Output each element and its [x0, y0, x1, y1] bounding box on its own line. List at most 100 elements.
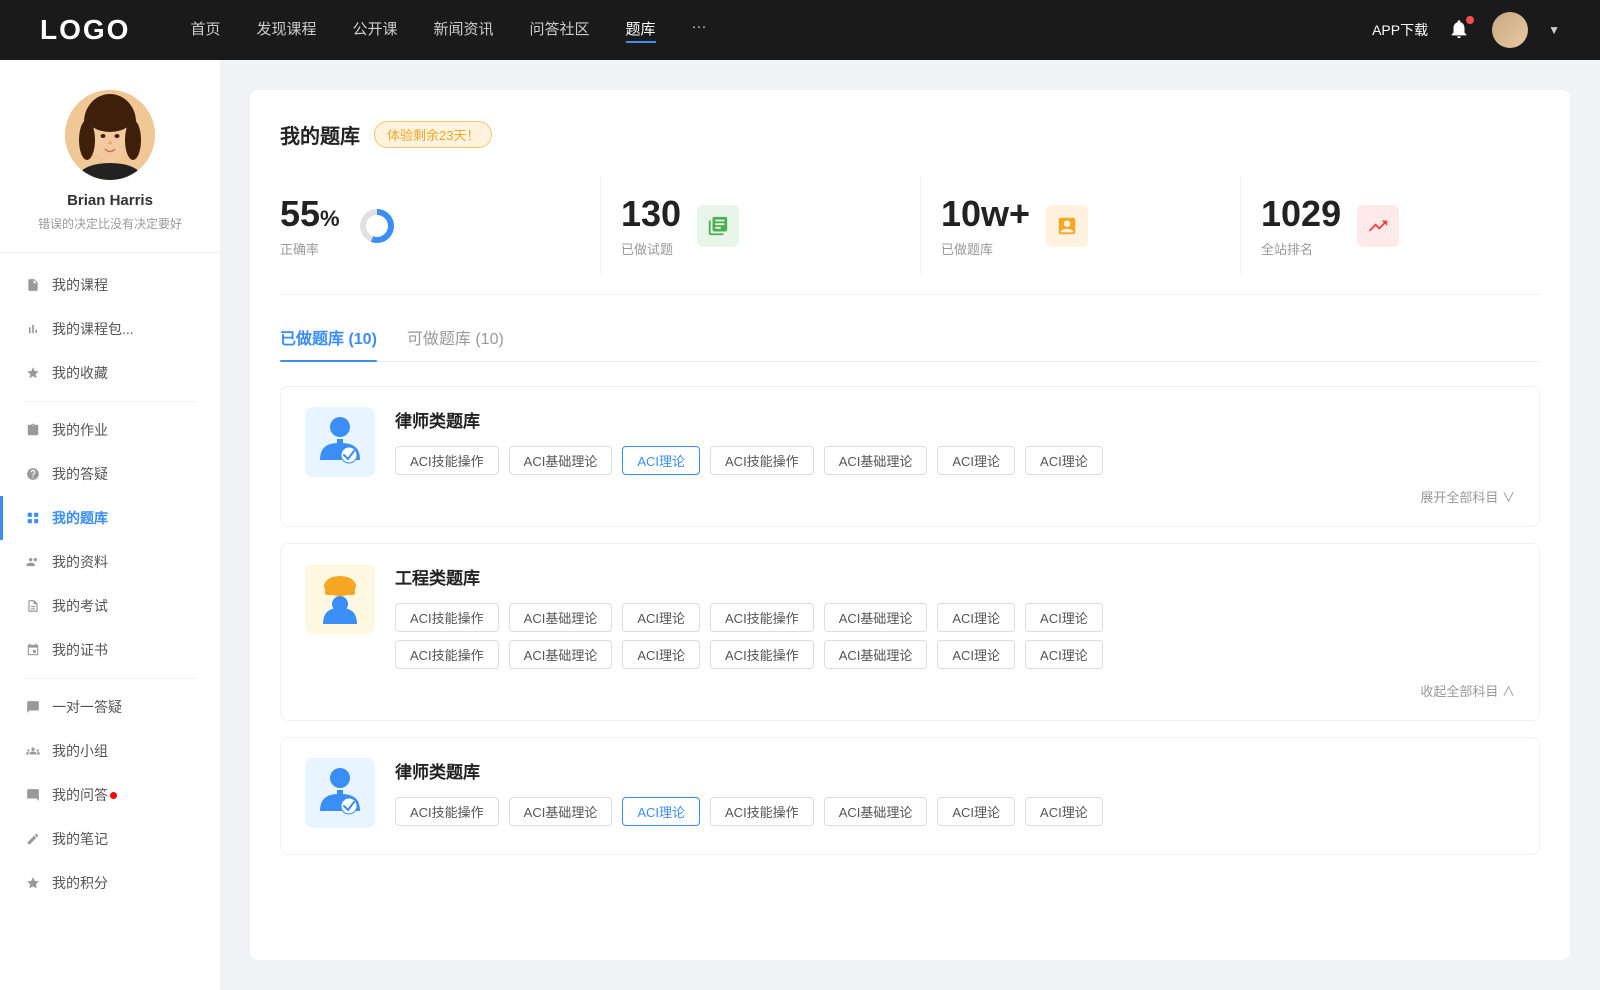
- nav-opencourse[interactable]: 公开课: [352, 18, 397, 43]
- tag-l2-2[interactable]: ACI理论: [622, 797, 700, 826]
- navbar-right: APP下载 ▼: [1372, 12, 1560, 48]
- user-dropdown-arrow-icon[interactable]: ▼: [1548, 23, 1560, 37]
- sidebar-label-my-course: 我的课程: [52, 275, 108, 295]
- bank-card-lawyer1-tags: ACI技能操作 ACI基础理论 ACI理论 ACI技能操作 ACI基础理论 AC…: [395, 446, 1515, 475]
- sidebar-item-my-exam[interactable]: 我的考试: [0, 584, 220, 628]
- question-badge-dot: [110, 792, 117, 799]
- logo: LOGO: [40, 14, 130, 46]
- nav-more[interactable]: ···: [692, 18, 707, 43]
- tag-e1-r2-4[interactable]: ACI基础理论: [824, 640, 928, 669]
- stat-value-questions: 130 已做试题: [621, 193, 681, 258]
- nav-news[interactable]: 新闻资讯: [434, 18, 494, 43]
- sidebar-label-my-course-package: 我的课程包...: [52, 319, 134, 339]
- bank-card-lawyer1-name: 律师类题库: [395, 407, 1515, 432]
- stat-value-rank: 1029 全站排名: [1261, 193, 1341, 258]
- tag-l1-2[interactable]: ACI理论: [622, 446, 700, 475]
- bank-card-lawyer1-content: 律师类题库 ACI技能操作 ACI基础理论 ACI理论 ACI技能操作 ACI基…: [395, 407, 1515, 506]
- medal-icon: [24, 874, 42, 892]
- question-icon: [24, 786, 42, 804]
- nav-quiz[interactable]: 题库: [626, 18, 656, 43]
- bank-card-engineer1-tags-row2: ACI技能操作 ACI基础理论 ACI理论 ACI技能操作 ACI基础理论 AC…: [395, 640, 1515, 669]
- stat-card-accuracy: 55% 正确率: [280, 177, 580, 274]
- sidebar-item-my-course[interactable]: 我的课程: [0, 263, 220, 307]
- tag-l1-3[interactable]: ACI技能操作: [710, 446, 814, 475]
- tag-e1-r1-2[interactable]: ACI理论: [622, 603, 700, 632]
- tag-e1-r1-6[interactable]: ACI理论: [1025, 603, 1103, 632]
- tag-l1-5[interactable]: ACI理论: [937, 446, 1015, 475]
- chart-bar-icon: [24, 320, 42, 338]
- tag-l1-6[interactable]: ACI理论: [1025, 446, 1103, 475]
- tag-e1-r2-0[interactable]: ACI技能操作: [395, 640, 499, 669]
- bank-card-lawyer1: 律师类题库 ACI技能操作 ACI基础理论 ACI理论 ACI技能操作 ACI基…: [280, 386, 1540, 527]
- document-icon: [24, 597, 42, 615]
- collapse-engineer1[interactable]: 收起全部科目 ∧: [395, 677, 1515, 700]
- bank-card-engineer1-content: 工程类题库 ACI技能操作 ACI基础理论 ACI理论 ACI技能操作 ACI基…: [395, 564, 1515, 700]
- bank-card-engineer1-name: 工程类题库: [395, 564, 1515, 589]
- sidebar-label-my-profile: 我的资料: [52, 552, 108, 572]
- nav-qa[interactable]: 问答社区: [530, 18, 590, 43]
- sidebar-label-my-notes: 我的笔记: [52, 829, 108, 849]
- sidebar-item-my-certificate[interactable]: 我的证书: [0, 628, 220, 672]
- bank-card-engineer1-tags-row1: ACI技能操作 ACI基础理论 ACI理论 ACI技能操作 ACI基础理论 AC…: [395, 603, 1515, 632]
- tag-l1-1[interactable]: ACI基础理论: [509, 446, 613, 475]
- expand-lawyer1[interactable]: 展开全部科目 ∨: [395, 483, 1515, 506]
- tag-e1-r2-3[interactable]: ACI技能操作: [710, 640, 814, 669]
- sidebar-divider-1: [24, 401, 196, 402]
- sidebar-label-one-on-one: 一对一答疑: [52, 697, 122, 717]
- tag-l2-5[interactable]: ACI理论: [937, 797, 1015, 826]
- tag-l2-0[interactable]: ACI技能操作: [395, 797, 499, 826]
- notification-bell-icon[interactable]: [1448, 18, 1472, 42]
- lawyer-icon: [305, 407, 375, 477]
- tag-e1-r2-6[interactable]: ACI理论: [1025, 640, 1103, 669]
- sidebar-item-my-points[interactable]: 我的积分: [0, 861, 220, 905]
- bank-card-lawyer2-tags: ACI技能操作 ACI基础理论 ACI理论 ACI技能操作 ACI基础理论 AC…: [395, 797, 1515, 826]
- sidebar-item-my-favorites[interactable]: 我的收藏: [0, 351, 220, 395]
- sidebar-label-my-points: 我的积分: [52, 873, 108, 893]
- chat-icon: [24, 698, 42, 716]
- bank-card-lawyer2-name: 律师类题库: [395, 758, 1515, 783]
- sidebar-item-my-group[interactable]: 我的小组: [0, 729, 220, 773]
- tag-l2-4[interactable]: ACI基础理论: [824, 797, 928, 826]
- tag-l2-3[interactable]: ACI技能操作: [710, 797, 814, 826]
- user-avatar[interactable]: [1492, 12, 1528, 48]
- tag-l1-0[interactable]: ACI技能操作: [395, 446, 499, 475]
- tag-e1-r2-2[interactable]: ACI理论: [622, 640, 700, 669]
- stat-card-banks: 10w+ 已做题库: [920, 177, 1220, 274]
- tag-l2-6[interactable]: ACI理论: [1025, 797, 1103, 826]
- stat-card-rank: 1029 全站排名: [1240, 177, 1540, 274]
- stat-label-rank: 全站排名: [1261, 239, 1341, 258]
- tag-e1-r1-4[interactable]: ACI基础理论: [824, 603, 928, 632]
- tab-done-banks[interactable]: 已做题库 (10): [280, 325, 377, 361]
- tag-e1-r1-1[interactable]: ACI基础理论: [509, 603, 613, 632]
- tab-available-banks[interactable]: 可做题库 (10): [407, 325, 504, 361]
- tag-e1-r1-5[interactable]: ACI理论: [937, 603, 1015, 632]
- sidebar-item-my-course-package[interactable]: 我的课程包...: [0, 307, 220, 351]
- certificate-icon: [24, 641, 42, 659]
- nav-home[interactable]: 首页: [190, 18, 220, 43]
- profile-name: Brian Harris: [20, 192, 200, 209]
- tag-e1-r2-1[interactable]: ACI基础理论: [509, 640, 613, 669]
- bank-card-lawyer2-content: 律师类题库 ACI技能操作 ACI基础理论 ACI理论 ACI技能操作 ACI基…: [395, 758, 1515, 834]
- tag-l1-4[interactable]: ACI基础理论: [824, 446, 928, 475]
- tag-e1-r1-0[interactable]: ACI技能操作: [395, 603, 499, 632]
- tag-l2-1[interactable]: ACI基础理论: [509, 797, 613, 826]
- sidebar-item-my-notes[interactable]: 我的笔记: [0, 817, 220, 861]
- book-icon: [697, 205, 739, 247]
- tag-e1-r1-3[interactable]: ACI技能操作: [710, 603, 814, 632]
- sidebar-item-my-questions[interactable]: 我的问答: [0, 773, 220, 817]
- stat-card-questions: 130 已做试题: [600, 177, 900, 274]
- profile-section: Brian Harris 错误的决定比没有决定要好: [0, 90, 220, 253]
- sidebar-item-my-profile[interactable]: 我的资料: [0, 540, 220, 584]
- tabs-row: 已做题库 (10) 可做题库 (10): [280, 325, 1540, 362]
- star-icon: [24, 364, 42, 382]
- navbar-nav: 首页 发现课程 公开课 新闻资讯 问答社区 题库 ···: [190, 18, 1372, 43]
- tag-e1-r2-5[interactable]: ACI理论: [937, 640, 1015, 669]
- sidebar-item-my-homework[interactable]: 我的作业: [0, 408, 220, 452]
- sidebar-label-my-exam: 我的考试: [52, 596, 108, 616]
- sidebar-item-my-bank[interactable]: 我的题库: [0, 496, 220, 540]
- nav-discover[interactable]: 发现课程: [256, 18, 316, 43]
- app-download-btn[interactable]: APP下载: [1372, 20, 1428, 40]
- sidebar-item-my-answers[interactable]: 我的答疑: [0, 452, 220, 496]
- sidebar-label-my-bank: 我的题库: [52, 508, 108, 528]
- sidebar-item-one-on-one[interactable]: 一对一答疑: [0, 685, 220, 729]
